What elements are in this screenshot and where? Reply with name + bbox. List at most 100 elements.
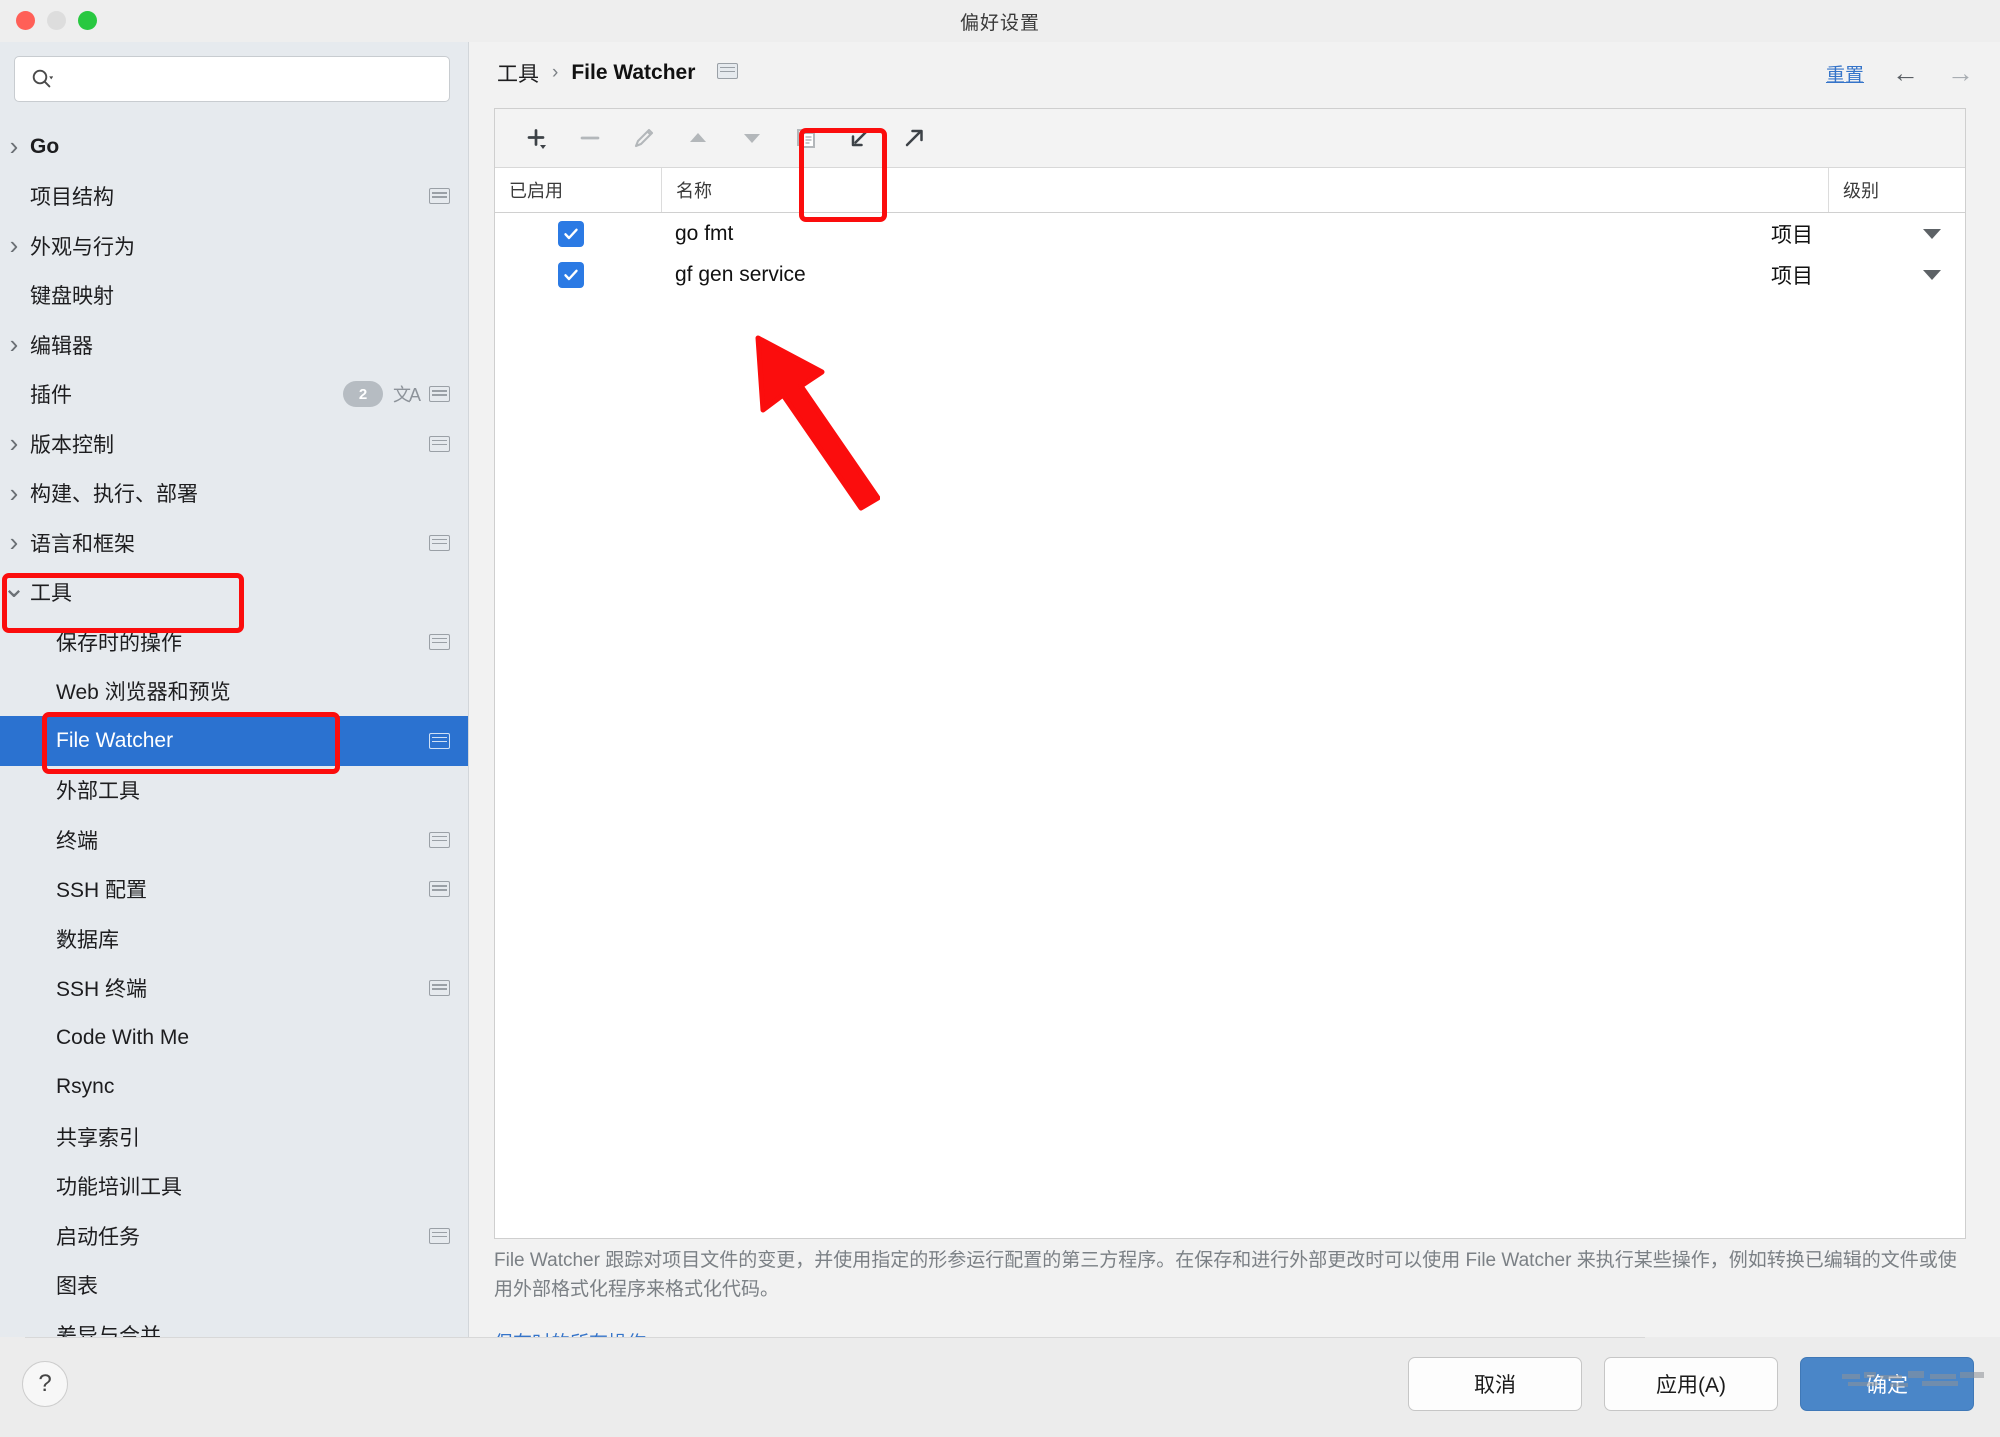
level-cell[interactable]: 项目 (1771, 260, 1965, 290)
settings-sync-icon[interactable] (717, 62, 739, 84)
sidebar-item-4[interactable]: › 编辑器 (0, 320, 468, 370)
sidebar-item-20[interactable]: 共享索引 (0, 1112, 468, 1162)
sync-settings-icon[interactable] (429, 435, 450, 452)
sidebar-item-2[interactable]: › 外观与行为 (0, 221, 468, 271)
chevron-right-icon[interactable]: › (0, 527, 28, 558)
watcher-name-cell: gf gen service (675, 262, 806, 286)
sidebar-item-6[interactable]: › 版本控制 (0, 419, 468, 469)
sidebar-item-23[interactable]: 图表 (0, 1261, 468, 1311)
edit-button (617, 112, 671, 164)
close-button[interactable] (16, 11, 35, 30)
table-row[interactable]: gf gen service 项目 (495, 254, 1965, 295)
sidebar-item-10[interactable]: 保存时的操作 (0, 617, 468, 667)
sidebar-item-14[interactable]: 终端 (0, 815, 468, 865)
sidebar-item-17[interactable]: SSH 终端 (0, 964, 468, 1014)
sidebar-item-label: File Watcher (56, 728, 174, 752)
sync-settings-icon[interactable] (429, 732, 450, 749)
breadcrumb-bar: 工具 › File Watcher 重置 ← → (469, 42, 2000, 104)
chevron-down-icon[interactable] (1923, 269, 1941, 280)
forward-button[interactable]: → (1947, 59, 1974, 87)
chevron-right-icon[interactable]: › (0, 131, 28, 162)
apply-button[interactable]: 应用(A) (1604, 1357, 1778, 1411)
maximize-button[interactable] (78, 11, 97, 30)
sidebar-item-label: 键盘映射 (30, 285, 114, 309)
chevron-down-icon[interactable] (1923, 228, 1941, 239)
sidebar-item-0[interactable]: › Go (0, 122, 468, 172)
chevron-right-icon[interactable]: › (0, 230, 28, 261)
sidebar-item-3[interactable]: 键盘映射 (0, 271, 468, 321)
remove-button (563, 112, 617, 164)
breadcrumb-parent[interactable]: 工具 (497, 58, 539, 88)
copy-button (779, 112, 833, 164)
help-button[interactable]: ? (22, 1361, 68, 1407)
sidebar-item-7[interactable]: › 构建、执行、部署 (0, 469, 468, 519)
sync-settings-icon[interactable] (429, 831, 450, 848)
add-button[interactable] (509, 112, 563, 164)
sidebar-item-13[interactable]: 外部工具 (0, 766, 468, 816)
column-header-enabled[interactable]: 已启用 (495, 168, 662, 212)
sidebar-item-11[interactable]: Web 浏览器和预览 (0, 667, 468, 717)
sidebar-item-15[interactable]: SSH 配置 (0, 865, 468, 915)
chevron-right-icon[interactable]: › (0, 329, 28, 360)
sidebar-item-label: 编辑器 (30, 334, 93, 358)
chevron-right-icon[interactable]: › (0, 478, 28, 509)
level-cell[interactable]: 项目 (1771, 219, 1965, 249)
table-row[interactable]: go fmt 项目 (495, 213, 1965, 254)
sidebar-item-18[interactable]: Code With Me (0, 1013, 468, 1063)
ok-button[interactable]: 确定 (1800, 1357, 1974, 1411)
search-box[interactable] (14, 56, 450, 102)
cancel-button[interactable]: 取消 (1408, 1357, 1582, 1411)
sync-settings-icon[interactable] (429, 980, 450, 997)
sidebar-item-19[interactable]: Rsync (0, 1063, 468, 1113)
sidebar-item-indicators (429, 831, 450, 848)
level-value: 项目 (1771, 223, 1813, 247)
sync-settings-icon[interactable] (429, 188, 450, 205)
watcher-toolbar (495, 109, 1965, 168)
minimize-button[interactable] (47, 11, 66, 30)
sidebar-item-label: SSH 终端 (56, 978, 148, 1002)
sync-settings-icon[interactable] (429, 1227, 450, 1244)
sidebar-item-label: SSH 配置 (56, 879, 148, 903)
sidebar-item-16[interactable]: › 数据库 (0, 914, 468, 964)
chevron-right-icon[interactable]: › (0, 428, 28, 459)
sidebar-item-12[interactable]: File Watcher (0, 716, 468, 766)
move-up-button (671, 112, 725, 164)
enabled-checkbox[interactable] (558, 261, 584, 288)
reset-button[interactable]: 重置 (1826, 60, 1864, 87)
sidebar-item-5[interactable]: 插件 2 文A (0, 370, 468, 420)
sidebar-item-label: 功能培训工具 (56, 1176, 182, 1200)
sidebar-item-label: 共享索引 (56, 1126, 140, 1150)
breadcrumb-actions: 重置 ← → (1826, 59, 1974, 87)
export-button[interactable] (887, 112, 941, 164)
sidebar-item-24[interactable]: › 差异与合并 (0, 1310, 468, 1337)
chevron-down-icon[interactable]: ⌄ (0, 571, 28, 604)
sidebar-item-21[interactable]: 功能培训工具 (0, 1162, 468, 1212)
back-button[interactable]: ← (1892, 59, 1919, 87)
sidebar-item-label: 项目结构 (30, 186, 114, 210)
chevron-right-icon[interactable]: › (50, 923, 78, 954)
sidebar-item-22[interactable]: 启动任务 (0, 1211, 468, 1261)
sync-settings-icon[interactable] (429, 633, 450, 650)
enabled-cell (495, 261, 647, 288)
sidebar-item-label: 启动任务 (56, 1225, 140, 1249)
update-count-badge: 2 (342, 381, 383, 408)
import-button[interactable] (833, 112, 887, 164)
chevron-right-icon[interactable]: › (50, 1319, 78, 1337)
sync-settings-icon[interactable] (429, 386, 450, 403)
sidebar-item-label: Web 浏览器和预览 (56, 681, 231, 705)
watcher-name-cell: go fmt (675, 221, 734, 245)
sidebar-item-label: 终端 (56, 829, 98, 853)
search-input[interactable] (61, 68, 395, 90)
sidebar-item-indicators (429, 732, 450, 749)
sidebar-item-8[interactable]: › 语言和框架 (0, 518, 468, 568)
settings-sidebar: › Go 项目结构 › 外观与行为 键盘映射 › 编辑器 插件 2 文A › 版本控制 › 构建、执行、部署… (0, 42, 469, 1337)
sidebar-item-1[interactable]: 项目结构 (0, 172, 468, 222)
sync-settings-icon[interactable] (429, 881, 450, 898)
sidebar-item-label: 插件 (30, 384, 72, 408)
enabled-checkbox[interactable] (558, 220, 584, 247)
sidebar-item-9[interactable]: ⌄ 工具 (0, 568, 468, 618)
column-header-name[interactable]: 名称 (662, 168, 1829, 212)
sync-settings-icon[interactable] (429, 534, 450, 551)
dialog-footer: ? 取消 应用(A) 确定 (0, 1337, 2000, 1437)
column-header-level[interactable]: 级别 (1829, 168, 1965, 212)
